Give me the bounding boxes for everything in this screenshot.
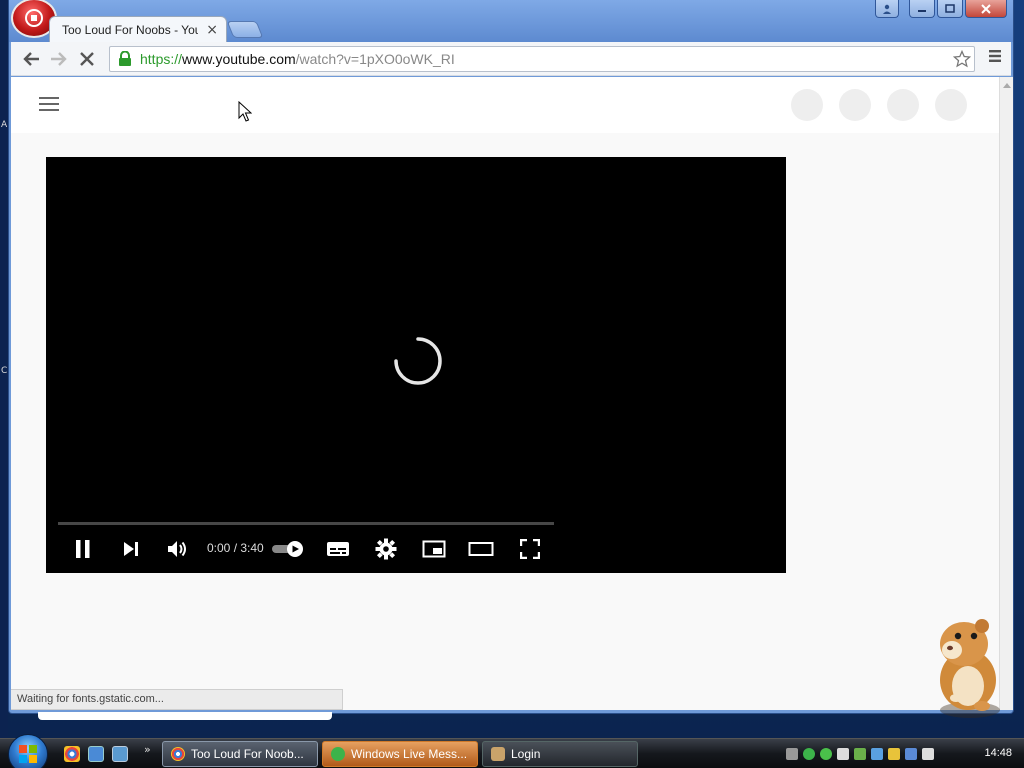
page-content: 0:00 / 3:40 Waiting for fonts.gstatic.co… xyxy=(11,77,999,710)
taskbar-item-label: Login xyxy=(511,747,541,761)
browser-window: Too Loud For Noobs - You × https://www.y… xyxy=(8,0,1014,714)
taskbar-item-label: Too Loud For Noob... xyxy=(191,747,304,761)
url-text: https://www.youtube.com/watch?v=1pXO0oWK… xyxy=(140,51,455,67)
maximize-button[interactable] xyxy=(937,0,963,18)
mouse-cursor-icon xyxy=(238,101,252,122)
seek-bar[interactable] xyxy=(58,522,554,525)
messenger-icon xyxy=(331,747,345,761)
chrome-icon xyxy=(171,747,185,761)
quicklaunch-chevron[interactable]: » xyxy=(144,743,151,756)
side-strip-char-c: C xyxy=(1,366,8,376)
taskbar-item-label: Windows Live Mess... xyxy=(351,747,468,761)
switch-windows-icon[interactable] xyxy=(112,746,128,762)
autoplay-toggle[interactable] xyxy=(270,537,306,561)
taskbar-clock[interactable]: 14:48 xyxy=(984,747,1012,759)
settings-gear-icon[interactable] xyxy=(374,537,398,561)
taskbar: » Too Loud For Noob... Windows Live Mess… xyxy=(0,734,1024,768)
tray-shield-icon[interactable] xyxy=(803,748,815,760)
login-icon xyxy=(491,747,505,761)
profile-button[interactable] xyxy=(875,0,899,18)
theater-mode-icon[interactable] xyxy=(468,537,494,561)
tray-network-icon[interactable] xyxy=(905,748,917,760)
address-bar[interactable]: https://www.youtube.com/watch?v=1pXO0oWK… xyxy=(109,46,975,72)
forward-button[interactable] xyxy=(45,45,73,73)
lock-icon xyxy=(118,50,132,67)
start-button[interactable] xyxy=(8,734,48,768)
url-host: www.youtube.com xyxy=(182,51,296,67)
tray-monitor-icon[interactable] xyxy=(837,748,849,760)
window-bottom-bar xyxy=(38,712,332,720)
miniplayer-icon[interactable] xyxy=(422,537,446,561)
taskbar-item-chrome[interactable]: Too Loud For Noob... xyxy=(162,741,318,767)
tray-app-icon[interactable] xyxy=(854,748,866,760)
video-player[interactable]: 0:00 / 3:40 xyxy=(46,157,786,573)
stop-loading-button[interactable] xyxy=(73,45,101,73)
header-placeholder-circle xyxy=(887,89,919,121)
taskbar-item-messenger[interactable]: Windows Live Mess... xyxy=(322,741,478,767)
show-desktop-icon[interactable] xyxy=(88,746,104,762)
tab-title: Too Loud For Noobs - You xyxy=(62,22,198,37)
site-menu-icon[interactable] xyxy=(39,97,59,111)
close-window-button[interactable] xyxy=(965,0,1007,18)
tray-folder-icon[interactable] xyxy=(888,748,900,760)
side-strip-char-a: A xyxy=(1,120,8,130)
url-scheme: https:// xyxy=(140,51,183,67)
window-controls xyxy=(875,0,1007,20)
loading-spinner-icon xyxy=(390,333,446,389)
tray-volume-icon[interactable] xyxy=(922,748,934,760)
url-path: /watch?v=1pXO0oWK_RI xyxy=(295,51,455,67)
tab-active[interactable]: Too Loud For Noobs - You × xyxy=(49,16,227,42)
time-display: 0:00 / 3:40 xyxy=(207,541,264,555)
fullscreen-icon[interactable] xyxy=(518,537,542,561)
volume-icon[interactable] xyxy=(166,537,188,561)
system-tray xyxy=(786,741,1018,767)
header-placeholder-circle xyxy=(791,89,823,121)
chrome-quicklaunch-icon[interactable] xyxy=(64,746,80,762)
taskbar-item-login[interactable]: Login xyxy=(482,741,638,767)
bookmark-star-icon[interactable] xyxy=(952,49,972,69)
tray-window-icon[interactable] xyxy=(871,748,883,760)
tray-messenger-icon[interactable] xyxy=(820,748,832,760)
header-placeholder-circle xyxy=(839,89,871,121)
hamster-mascot-icon[interactable] xyxy=(920,614,1010,720)
site-header xyxy=(11,77,999,133)
header-placeholder-circle xyxy=(935,89,967,121)
new-tab-button[interactable] xyxy=(226,21,264,38)
minimize-button[interactable] xyxy=(909,0,935,18)
tray-tools-icon[interactable] xyxy=(786,748,798,760)
side-strip: A C xyxy=(0,0,8,738)
browser-toolbar: https://www.youtube.com/watch?v=1pXO0oWK… xyxy=(11,42,1011,76)
pause-button[interactable] xyxy=(72,537,94,561)
browser-menu-icon[interactable] xyxy=(987,48,1007,70)
status-bubble: Waiting for fonts.gstatic.com... xyxy=(11,689,343,710)
tab-close-icon[interactable]: × xyxy=(206,22,218,38)
back-button[interactable] xyxy=(17,45,45,73)
next-button[interactable] xyxy=(120,537,142,561)
subtitles-icon[interactable] xyxy=(326,537,350,561)
